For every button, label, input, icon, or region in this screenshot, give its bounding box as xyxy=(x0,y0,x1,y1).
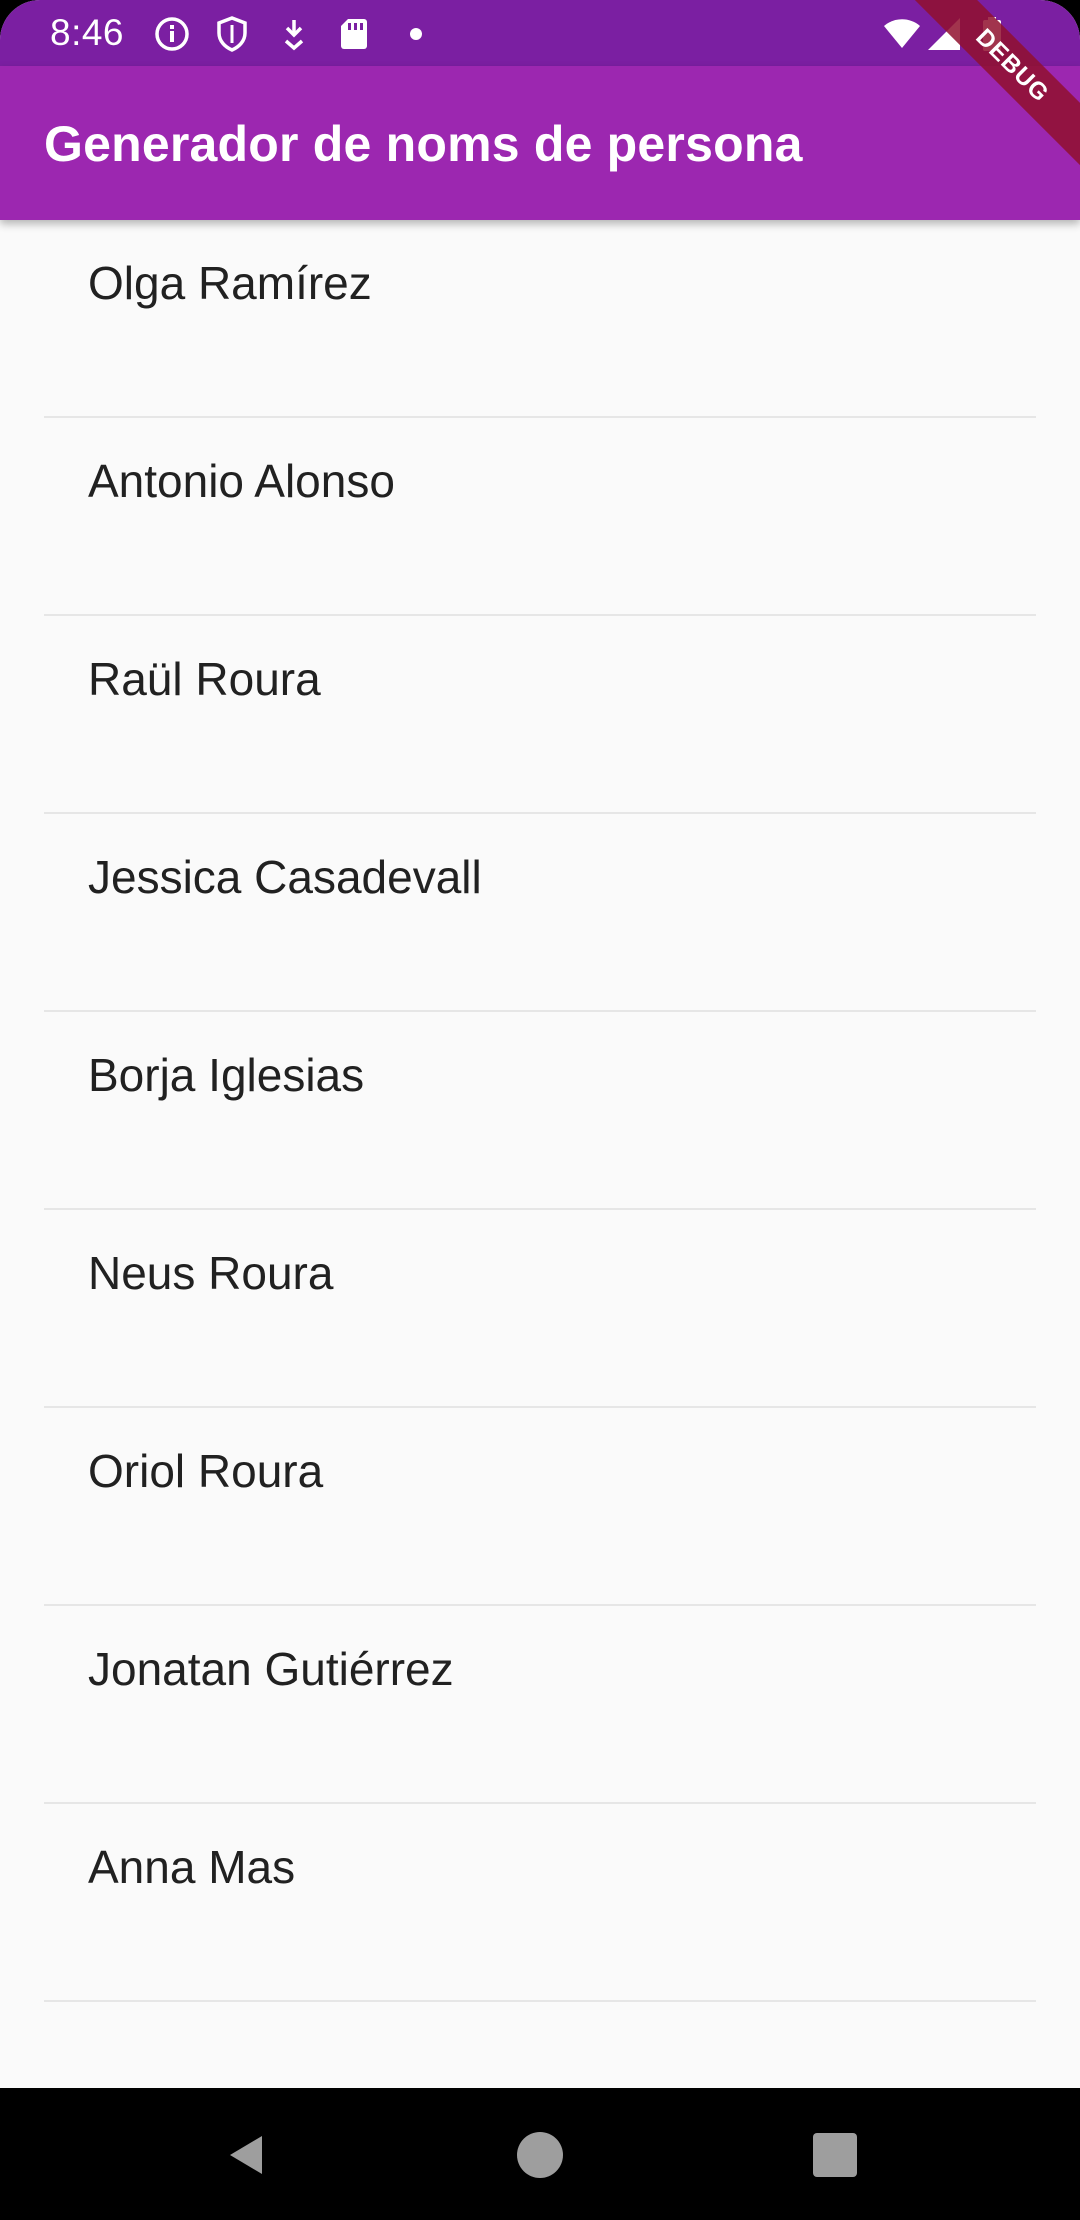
home-icon[interactable] xyxy=(515,2130,565,2180)
list-item-name: Antonio Alonso xyxy=(88,455,395,507)
list-item[interactable]: Borja Iglesias xyxy=(0,1012,1080,1210)
app-screen: 8:46 Generador de noms de persona DEBUG … xyxy=(0,0,1080,2220)
list-item-name: Anna Mas xyxy=(88,1841,296,1893)
list-item[interactable]: Jonatan Gutiérrez xyxy=(0,1606,1080,1804)
sd-card-icon xyxy=(334,14,374,54)
app-title: Generador de noms de persona xyxy=(44,116,803,172)
dot-icon xyxy=(396,14,436,54)
list-item[interactable]: Antonio Alonso xyxy=(0,418,1080,616)
info-icon xyxy=(152,14,192,54)
list-item[interactable]: Olga Ramírez xyxy=(0,220,1080,418)
list-item-name: Jessica Casadevall xyxy=(88,851,482,903)
recents-icon[interactable] xyxy=(810,2130,860,2180)
list-item[interactable]: Oriol Roura xyxy=(0,1408,1080,1606)
divider xyxy=(44,2000,1036,2002)
list-item[interactable]: Neus Roura xyxy=(0,1210,1080,1408)
navigation-bar xyxy=(0,2088,1080,2220)
wifi-icon xyxy=(882,14,922,54)
status-time: 8:46 xyxy=(50,12,125,53)
battery-icon xyxy=(972,14,1012,54)
app-bar: Generador de noms de persona xyxy=(0,66,1080,220)
shield-icon xyxy=(212,14,252,54)
list-item[interactable]: Anna Mas xyxy=(0,1804,1080,2002)
signal-icon xyxy=(924,14,964,54)
list-item-name: Neus Roura xyxy=(88,1247,334,1299)
back-icon[interactable] xyxy=(222,2130,272,2180)
status-bar: 8:46 xyxy=(0,0,1080,66)
list-item-name: Raül Roura xyxy=(88,653,321,705)
list-item[interactable]: Raül Roura xyxy=(0,616,1080,814)
list-item-name: Oriol Roura xyxy=(88,1445,324,1497)
name-list[interactable]: Olga Ramírez Antonio Alonso Raül Roura J… xyxy=(0,220,1080,2088)
download-icon xyxy=(274,14,314,54)
list-item-name: Olga Ramírez xyxy=(88,257,372,309)
list-item-name: Borja Iglesias xyxy=(88,1049,365,1101)
list-item[interactable]: Jessica Casadevall xyxy=(0,814,1080,1012)
list-item-name: Jonatan Gutiérrez xyxy=(88,1643,454,1695)
